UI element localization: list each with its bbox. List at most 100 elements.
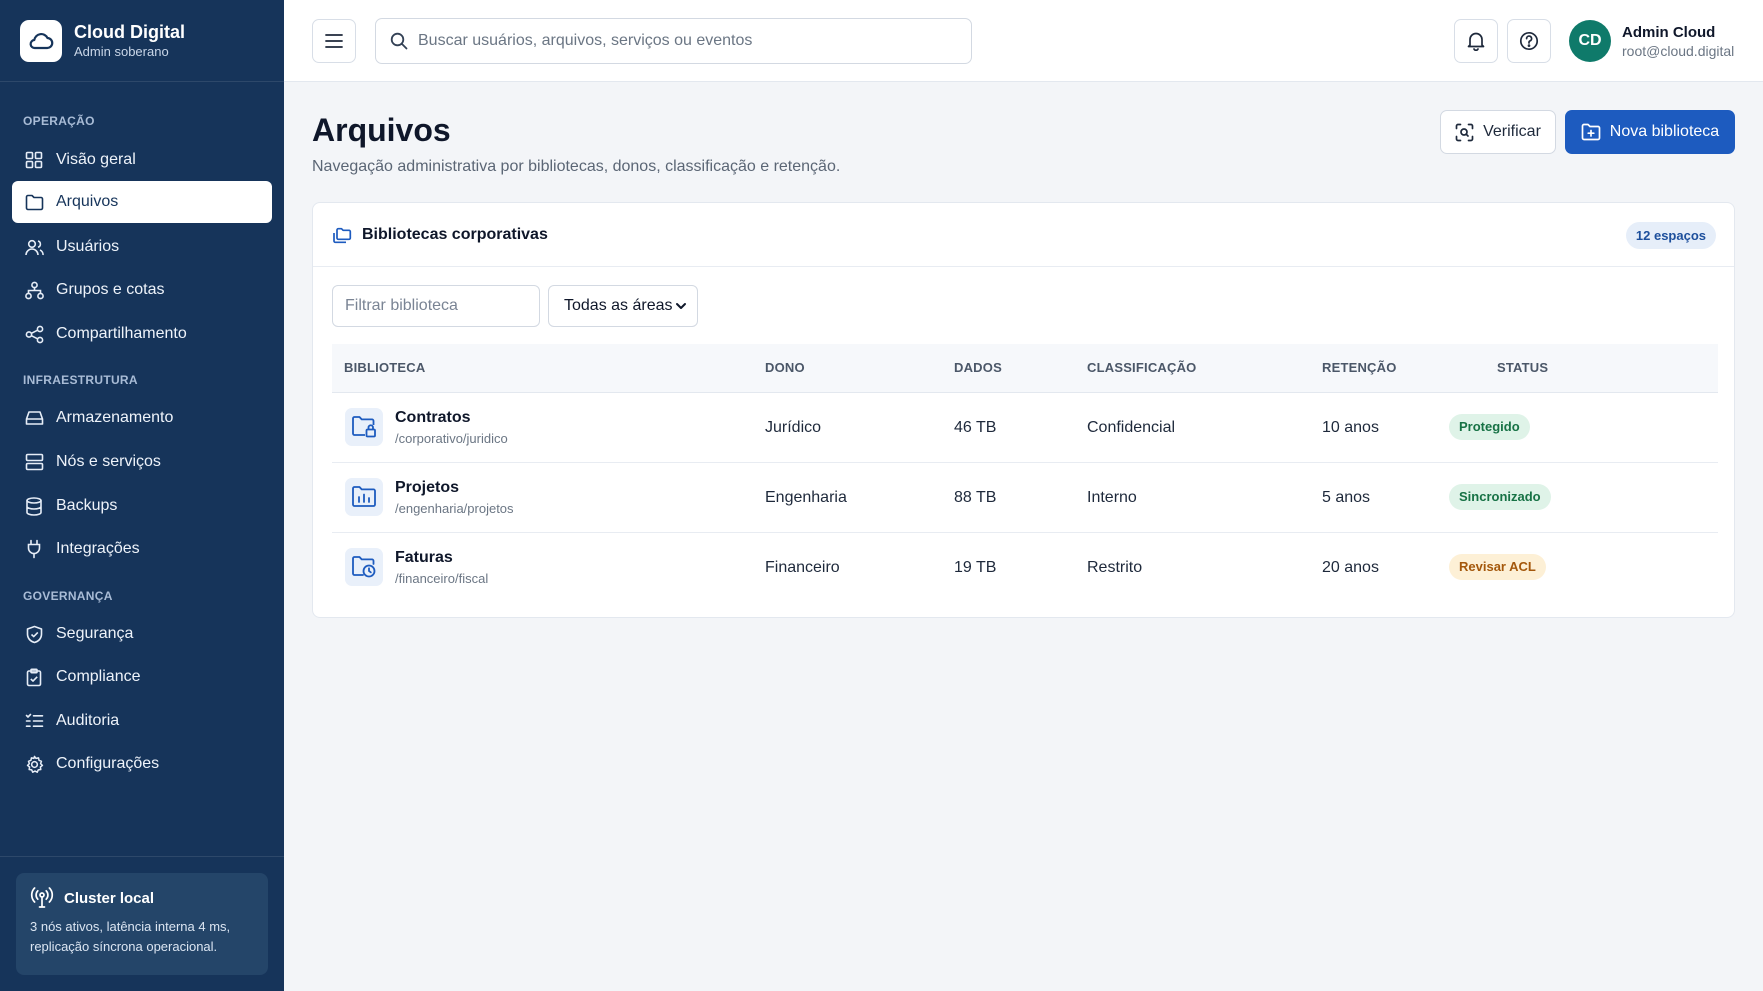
column-header-dono[interactable]: DONO (765, 360, 805, 375)
library-owner: Engenharia (765, 489, 847, 506)
table-row[interactable]: Contratos /corporativo/juridico Jurídico… (332, 393, 1718, 463)
column-header-biblioteca[interactable]: BIBLIOTECA (344, 360, 425, 375)
sidebar-item-label: Usuários (56, 238, 120, 255)
new-library-button[interactable]: Nova biblioteca (1565, 110, 1735, 154)
users-icon (24, 237, 44, 257)
chevron-down-icon (675, 300, 687, 312)
library-classification: Interno (1087, 489, 1137, 506)
sidebar-item-label: Integrações (56, 540, 140, 557)
sidebar-item-armazenamento[interactable]: Armazenamento (12, 397, 272, 439)
sidebar-item-arquivos[interactable]: Arquivos (12, 181, 272, 223)
status-badge: Revisar ACL (1449, 554, 1546, 580)
library-data-size: 46 TB (954, 419, 997, 436)
user-name: Admin Cloud (1622, 24, 1716, 41)
global-search[interactable] (375, 18, 972, 64)
sidebar-item-integracoes[interactable]: Integrações (12, 528, 272, 570)
topbar: CD Admin Cloud root@cloud.digital (284, 0, 1763, 82)
library-retention: 5 anos (1322, 489, 1371, 506)
library-owner: Financeiro (765, 559, 840, 576)
nav-section-operacao: OPERAÇÃO (23, 114, 95, 128)
library-data-size: 19 TB (954, 559, 997, 576)
table-row[interactable]: Faturas /financeiro/fiscal Financeiro 19… (332, 533, 1718, 603)
status-badge: Sincronizado (1449, 484, 1551, 510)
new-library-label: Nova biblioteca (1609, 123, 1720, 140)
library-path: /corporativo/juridico (395, 431, 508, 446)
card-title: Bibliotecas corporativas (362, 225, 548, 243)
sidebar-item-compartilhamento[interactable]: Compartilhamento (12, 313, 272, 355)
nav-section-governanca: GOVERNANÇA (23, 589, 113, 603)
folder-lock-icon (345, 408, 383, 446)
sidebar: Cloud Digital Admin soberano OPERAÇÃO Vi… (0, 0, 284, 991)
library-owner: Jurídico (765, 419, 822, 436)
sidebar-item-label: Visão geral (56, 151, 136, 168)
library-filter-input[interactable] (332, 285, 540, 327)
area-select[interactable]: Todas as áreas (548, 285, 698, 327)
library-name[interactable]: Faturas (395, 549, 453, 567)
sidebar-item-auditoria[interactable]: Auditoria (12, 700, 272, 742)
cluster-status-card: Cluster local 3 nós ativos, latência int… (16, 873, 268, 975)
help-button[interactable] (1507, 19, 1551, 63)
column-header-status[interactable]: STATUS (1497, 360, 1548, 375)
user-email: root@cloud.digital (1622, 43, 1735, 59)
gear-icon (24, 754, 44, 774)
sidebar-divider (0, 856, 284, 857)
sidebar-item-label: Configurações (56, 755, 160, 772)
status-badge: Protegido (1449, 414, 1530, 440)
sidebar-item-nos-servicos[interactable]: Nós e serviços (12, 441, 272, 483)
sidebar-item-seguranca[interactable]: Segurança (12, 613, 272, 655)
avatar[interactable]: CD (1569, 20, 1611, 62)
library-classification: Confidencial (1087, 419, 1176, 436)
page-subtitle: Navegação administrativa por bibliotecas… (312, 158, 841, 175)
verify-button[interactable]: Verificar (1440, 110, 1556, 154)
search-icon (390, 32, 408, 50)
folder-clock-icon (345, 548, 383, 586)
sidebar-item-label: Backups (56, 497, 118, 514)
folders-icon (332, 226, 352, 244)
card-header: Bibliotecas corporativas 12 espaços (313, 203, 1734, 267)
sidebar-item-grupos-cotas[interactable]: Grupos e cotas (12, 269, 272, 311)
notifications-button[interactable] (1454, 19, 1498, 63)
brand-subtitle: Admin soberano (74, 44, 169, 59)
column-header-dados[interactable]: DADOS (954, 360, 1002, 375)
table-row[interactable]: Projetos /engenharia/projetos Engenharia… (332, 463, 1718, 533)
sidebar-item-usuarios[interactable]: Usuários (12, 226, 272, 268)
share-icon (24, 324, 44, 344)
hierarchy-icon (24, 280, 44, 300)
cloud-logo-icon (20, 19, 62, 62)
folder-chart-icon (345, 478, 383, 516)
library-retention: 10 anos (1322, 419, 1379, 436)
library-data-size: 88 TB (954, 489, 997, 506)
antenna-icon (30, 887, 54, 909)
page-title: Arquivos (312, 112, 451, 148)
sidebar-item-visao-geral[interactable]: Visão geral (12, 139, 272, 181)
column-header-classificacao[interactable]: CLASSIFICAÇÃO (1087, 360, 1197, 375)
library-path: /financeiro/fiscal (395, 571, 489, 586)
sidebar-item-label: Segurança (56, 625, 134, 642)
checklist-icon (24, 711, 44, 731)
sidebar-item-label: Compliance (56, 668, 141, 685)
count-badge: 12 espaços (1625, 222, 1716, 249)
sidebar-item-label: Nós e serviços (56, 453, 161, 470)
sidebar-item-label: Grupos e cotas (56, 281, 165, 298)
search-input[interactable] (418, 32, 958, 50)
menu-button[interactable] (312, 19, 356, 63)
verify-label: Verificar (1483, 123, 1541, 140)
folder-icon (24, 192, 44, 212)
sidebar-item-configuracoes[interactable]: Configurações (12, 743, 272, 785)
sidebar-item-compliance[interactable]: Compliance (12, 656, 272, 698)
library-name[interactable]: Contratos (395, 409, 471, 427)
clipboard-check-icon (24, 667, 44, 687)
cluster-title: Cluster local (64, 889, 155, 907)
sidebar-item-label: Arquivos (56, 193, 119, 210)
grid-icon (24, 150, 44, 170)
library-name[interactable]: Projetos (395, 479, 459, 497)
sidebar-item-label: Compartilhamento (56, 325, 187, 342)
libraries-card: Bibliotecas corporativas 12 espaços Toda… (312, 202, 1735, 618)
scan-search-icon (1455, 123, 1474, 142)
nav-section-infraestrutura: INFRAESTRUTURA (23, 373, 138, 387)
sidebar-item-backups[interactable]: Backups (12, 485, 272, 527)
library-path: /engenharia/projetos (395, 501, 514, 516)
column-header-retencao[interactable]: RETENÇÃO (1322, 360, 1397, 375)
library-classification: Restrito (1087, 559, 1143, 576)
bell-icon (1467, 31, 1485, 51)
